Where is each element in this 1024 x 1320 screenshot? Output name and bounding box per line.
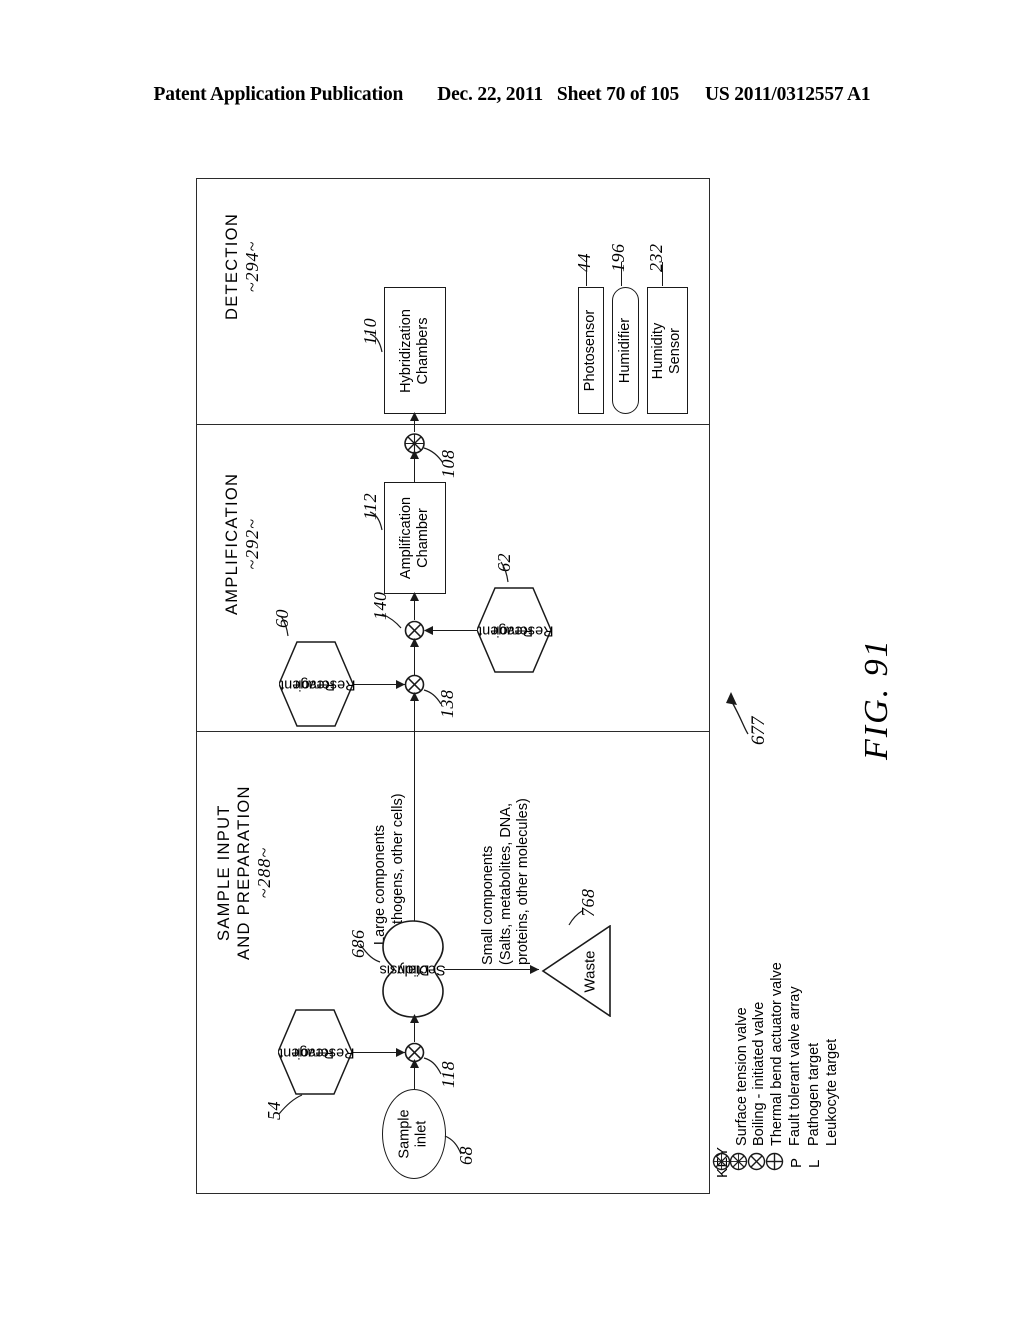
thermal-bend-actuator-valve-icon xyxy=(747,1152,766,1171)
leader-line-60 xyxy=(280,615,289,637)
hybridization-chambers-label: Hybridization Chambers xyxy=(398,308,432,393)
arrowhead-reservoir60 xyxy=(396,680,405,689)
figure-label: FIG. 91 xyxy=(858,638,895,760)
node-reagent-reservoir-60: Reagent Reservoir xyxy=(279,641,356,727)
leader-line-768 xyxy=(568,910,583,926)
figure-reference-arrow xyxy=(726,692,749,735)
header-publication: Patent Application Publication xyxy=(153,84,404,105)
leader-line-68 xyxy=(444,1135,462,1155)
flow-line-dialysis-to-waste xyxy=(444,969,539,970)
leader-line-686 xyxy=(359,943,381,963)
arrowhead-to-valve118 xyxy=(410,1059,419,1068)
arrowhead-to-valve108 xyxy=(410,450,419,459)
node-amplification-chamber: Amplification Chamber xyxy=(384,482,446,594)
section-title-amplification: AMPLIFICATION ~292~ xyxy=(223,472,262,615)
reagent-reservoir-62-label: Reagent Reservoir xyxy=(478,622,554,639)
header-date: Dec. 22, 2011 xyxy=(437,84,543,105)
section-title-sample-input: SAMPLE INPUT AND PREPARATION ~288~ xyxy=(215,785,274,960)
humidifier-label: Humidifier xyxy=(617,317,634,384)
ref-196: 196 xyxy=(608,243,628,273)
header-patent-number: US 2011/0312557 A1 xyxy=(705,84,871,105)
boiling-initiated-valve-icon xyxy=(729,1152,748,1171)
arrowhead-to-hybridization xyxy=(410,412,419,421)
node-waste: Waste xyxy=(541,925,611,1017)
node-sample-inlet: Sample inlet xyxy=(382,1089,446,1179)
leader-line-108 xyxy=(423,447,444,464)
key-label-2: Thermal bend actuator valve xyxy=(769,962,785,1146)
node-hybridization-chambers: Hybridization Chambers xyxy=(384,287,446,414)
section-divider-amplification xyxy=(196,731,710,732)
arrowhead-to-amplification-chamber xyxy=(410,592,419,601)
waste-label: Waste xyxy=(581,950,599,992)
leader-line-44 xyxy=(586,262,587,286)
reagent-reservoir-54-label: Reagent Reservoir xyxy=(279,1044,355,1061)
leader-line-138 xyxy=(423,689,442,705)
page-header: Patent Application Publication Dec. 22, … xyxy=(0,84,1024,106)
node-reagent-reservoir-62: Reagent Reservoir xyxy=(477,587,554,673)
arrowhead-reservoir62 xyxy=(424,626,433,635)
arrowhead-to-valve138 xyxy=(410,692,419,701)
arrowhead-to-valve140 xyxy=(410,638,419,647)
leader-line-196 xyxy=(621,262,622,286)
node-reagent-reservoir-54: Reagent Reservoir xyxy=(278,1009,355,1095)
arrowhead-reservoir54 xyxy=(396,1048,405,1057)
header-sheet: Sheet 70 of 105 xyxy=(556,84,680,105)
leader-line-110 xyxy=(369,333,383,353)
section-divider-detection xyxy=(196,424,710,425)
flow-line-dialysis-to-valve138 xyxy=(414,695,415,945)
humidity-sensor-label: Humidity Sensor xyxy=(650,322,684,379)
arrowhead-to-dialysis xyxy=(410,1014,419,1023)
ref-232: 232 xyxy=(646,243,666,273)
sample-inlet-label: Sample inlet xyxy=(396,1109,430,1159)
arrowhead-to-waste xyxy=(530,965,539,974)
reagent-reservoir-60-label: Reagent Reservoir xyxy=(280,676,356,693)
node-dialysis-section: Dialysis Section xyxy=(379,920,446,1018)
key-label-0: Surface tension valve xyxy=(734,1007,750,1146)
pathogen-target-symbol: P xyxy=(784,1152,805,1171)
amplification-chamber-label: Amplification Chamber xyxy=(398,496,432,580)
leader-line-232 xyxy=(662,262,663,286)
leader-line-112 xyxy=(369,511,383,531)
node-humidifier: Humidifier xyxy=(612,287,639,414)
node-humidity-sensor: Humidity Sensor xyxy=(647,287,688,414)
leader-line-118 xyxy=(423,1057,442,1075)
section-title-detection: DETECTION ~294~ xyxy=(223,212,262,320)
dialysis-section-label: Dialysis Section xyxy=(379,961,446,978)
fault-tolerant-valve-array-icon xyxy=(765,1152,784,1171)
node-photosensor: Photosensor xyxy=(578,287,604,414)
leukocyte-target-symbol: L xyxy=(802,1152,823,1171)
photosensor-label: Photosensor xyxy=(582,309,599,392)
key-label-5: Leukocyte target xyxy=(824,1038,840,1146)
ref-44: 44 xyxy=(574,253,594,272)
leader-line-54 xyxy=(278,1094,303,1115)
key-label-3: Fault tolerant valve array xyxy=(787,986,803,1146)
leader-line-140 xyxy=(381,613,402,629)
annotation-small-components: Small components (Salts, metabolites, DN… xyxy=(480,798,531,965)
key-label-4: Pathogen target xyxy=(806,1042,822,1146)
leader-line-62 xyxy=(500,561,509,583)
leukocyte-target-letter: L xyxy=(806,1159,823,1168)
key-label-1: Boiling - initiated valve xyxy=(751,1001,767,1146)
